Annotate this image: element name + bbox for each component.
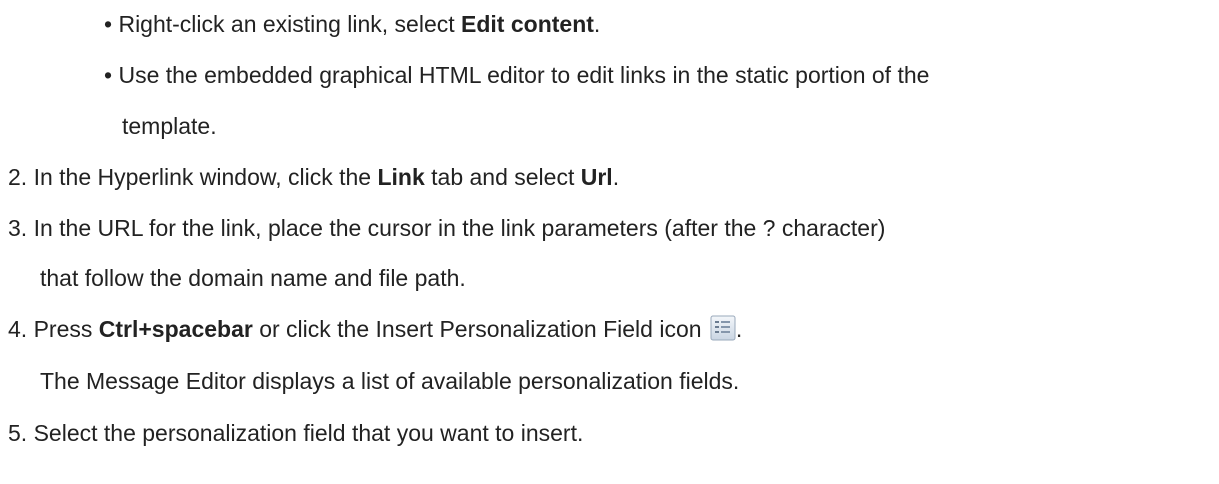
bullet-item-html-editor: • Use the embedded graphical HTML editor… [104,60,929,90]
insert-personalization-field-icon [710,315,736,341]
bullet-marker: • [104,11,113,37]
bullet-item-html-editor-cont: template. [122,113,217,139]
step-2: 2. In the Hyperlink window, click the Li… [8,164,620,190]
step-3: 3. In the URL for the link, place the cu… [8,215,886,241]
ctrl-spacebar-label: Ctrl+spacebar [98,316,253,342]
bullet-text: Use the embedded graphical HTML editor t… [118,62,930,88]
link-tab-label: Link [377,164,425,190]
step-4-note: The Message Editor displays a list of av… [40,368,740,394]
bullet-marker: • [104,62,113,88]
step-4: 4. Press Ctrl+spacebar or click the Inse… [8,315,743,342]
edit-content-label: Edit content [461,11,594,37]
step-3-cont: that follow the domain name and file pat… [40,265,466,291]
step-number: 2. [8,164,28,190]
bullet-item-edit-content: • Right-click an existing link, select E… [104,11,601,37]
step-5: 5. Select the personalization field that… [8,420,584,446]
step-number: 5. [8,420,28,446]
bullet-text: Right-click an existing link, select [118,11,462,37]
step-number: 4. [8,316,28,342]
step-number: 3. [8,215,28,241]
url-option-label: Url [580,164,613,190]
